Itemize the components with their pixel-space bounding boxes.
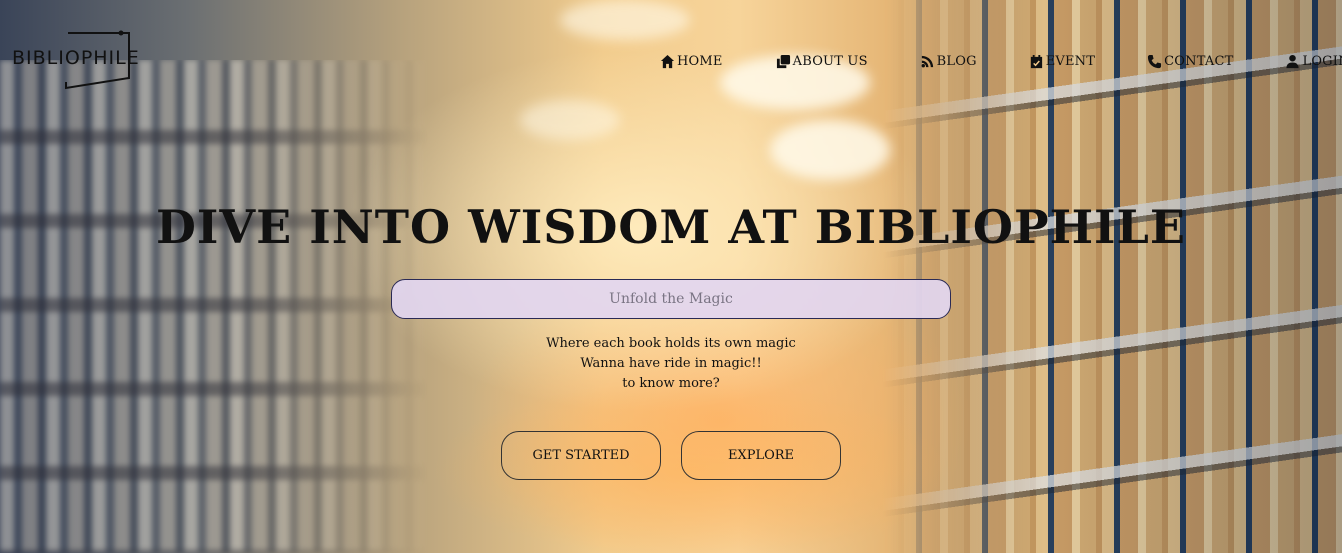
nav-event-label: EVENT: [1045, 53, 1096, 69]
nav-about-us[interactable]: ABOUT US: [776, 54, 868, 69]
nav-blog-label: BLOG: [936, 53, 977, 69]
logo-text: BIBLIOPHILE: [12, 47, 140, 69]
phone-icon: [1148, 54, 1162, 68]
get-started-button[interactable]: GET STARTED: [501, 431, 661, 480]
nav-event[interactable]: EVENT: [1029, 54, 1095, 69]
background-image: [0, 0, 1342, 553]
user-icon: [1286, 54, 1300, 68]
nav-about-us-label: ABOUT US: [792, 53, 868, 69]
tagline-line: to know more?: [622, 376, 720, 391]
nav-blog[interactable]: BLOG: [920, 54, 977, 69]
hero-tagline: Where each book holds its own magic Wann…: [0, 334, 1342, 394]
nav-login-label: LOGIN: [1302, 53, 1342, 69]
tagline-line: Where each book holds its own magic: [546, 336, 796, 351]
nav-contact[interactable]: CONTACT: [1147, 54, 1233, 69]
logo[interactable]: BIBLIOPHILE: [8, 30, 139, 90]
explore-button[interactable]: EXPLORE: [681, 431, 841, 480]
blog-icon: [921, 55, 933, 67]
nav-contact-label: CONTACT: [1164, 53, 1234, 69]
nav-login[interactable]: LOGIN: [1285, 54, 1342, 69]
tagline-line: Wanna have ride in magic!!: [580, 356, 762, 371]
bookshelves-left: [0, 60, 430, 553]
search-input[interactable]: [391, 279, 951, 319]
nav-home[interactable]: HOME: [660, 54, 723, 69]
nav-home-label: HOME: [677, 53, 723, 69]
home-icon: [660, 54, 675, 68]
main-nav: HOME ABOUT US BLOG EVENT CONTACT LOGIN: [660, 50, 1342, 72]
calendar-icon: [1030, 54, 1042, 68]
copy-icon: [776, 54, 790, 68]
hero-title: DIVE INTO WISDOM AT BIBLIOPHILE: [156, 200, 1186, 254]
